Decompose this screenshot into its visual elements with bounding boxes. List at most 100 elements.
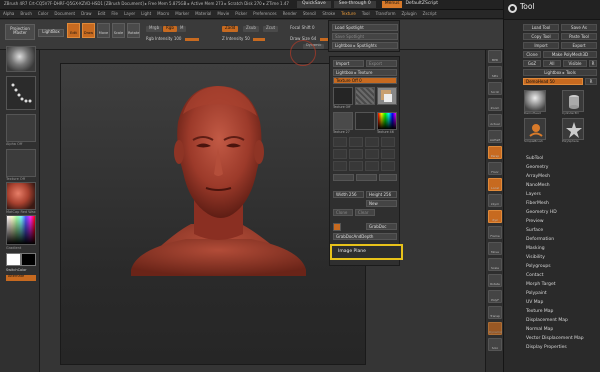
nanomesh-section[interactable]: NanoMesh	[526, 183, 550, 189]
morph-target-section[interactable]: Morph Target	[526, 282, 556, 288]
tool-r-button[interactable]: R	[585, 78, 597, 85]
vector-displacement-map-section[interactable]: Vector Displacement Map	[526, 336, 584, 342]
texture-thumb-off[interactable]	[333, 87, 353, 105]
polygroups-section[interactable]: Polygroups	[526, 264, 551, 270]
load-tool-button[interactable]: Load Tool	[523, 24, 559, 31]
rotate-view-button[interactable]: Rotate	[488, 274, 502, 287]
texture-op-11[interactable]	[365, 161, 379, 171]
goz-r-button[interactable]: R	[589, 60, 597, 67]
default-script-button[interactable]: DefaultZScript	[405, 1, 438, 7]
draw-button[interactable]: Draw	[82, 23, 95, 38]
menu-macro[interactable]: Macro	[154, 11, 172, 16]
image-plane-button[interactable]: Image Plane	[330, 244, 403, 260]
see-through-slider[interactable]: See-through 0	[333, 1, 376, 8]
alpha-thumbnail[interactable]	[6, 114, 36, 142]
menu-preferences[interactable]: Preferences	[250, 11, 280, 16]
visibility-section[interactable]: Visibility	[526, 255, 545, 261]
focal-shift-slider[interactable]: Focal Shift 0	[290, 25, 315, 31]
texture-thumb-5[interactable]	[377, 112, 397, 130]
new-texture-button[interactable]: New	[366, 200, 397, 207]
cylinder3d-thumb[interactable]	[562, 90, 584, 112]
texture-export-button[interactable]: Export	[366, 60, 397, 67]
paste-tool-button[interactable]: Paste Tool	[561, 33, 597, 40]
lsym-button[interactable]: LSym	[488, 194, 502, 207]
m-button[interactable]: M	[177, 25, 187, 32]
brush-thumbnail[interactable]	[6, 46, 36, 72]
secondary-color-swatch[interactable]	[21, 253, 36, 266]
polypaint-section[interactable]: Polypaint	[526, 291, 547, 297]
goz-visible-button[interactable]: Visible	[563, 60, 587, 67]
bpr-button[interactable]: BPR	[488, 50, 502, 63]
goz-button[interactable]: GoZ	[523, 60, 541, 67]
tool-import-button[interactable]: Import	[523, 42, 559, 49]
deformation-section[interactable]: Deformation	[526, 237, 554, 243]
geometry-section[interactable]: Geometry	[526, 165, 548, 171]
lightbox-texture-button[interactable]: Lightbox ▸ Texture	[333, 69, 397, 76]
texture-clone-button[interactable]: Clone	[333, 209, 353, 216]
zsub-button[interactable]: Zsub	[243, 25, 259, 32]
texture-op-12[interactable]	[381, 161, 395, 171]
texture-op-3[interactable]	[365, 137, 379, 147]
menu-material[interactable]: Material	[192, 11, 214, 16]
spix-button[interactable]: SPix	[488, 66, 502, 79]
lightbox-spotlights-button[interactable]: Lightbox ▸ Spotlights	[332, 42, 398, 49]
texture-thumb-3[interactable]	[333, 112, 353, 130]
texture-thumb-4[interactable]	[355, 112, 375, 130]
menu-layer[interactable]: Layer	[121, 11, 138, 16]
mrgb-button[interactable]: Mrgb	[146, 25, 163, 32]
menu-stroke[interactable]: Stroke	[319, 11, 338, 16]
menu-edit[interactable]: Edit	[95, 11, 109, 16]
menu-stencil[interactable]: Stencil	[300, 11, 320, 16]
quicksave-button[interactable]: QuickSave	[296, 1, 331, 8]
texture-op-6[interactable]	[349, 149, 363, 159]
polysphere-thumb[interactable]	[562, 118, 584, 140]
material-thumbnail[interactable]	[6, 182, 36, 210]
load-spotlight-button[interactable]: Load Spotlight	[332, 24, 398, 31]
rotate-button[interactable]: Rotate	[127, 23, 140, 38]
move-button[interactable]: Move	[97, 23, 110, 38]
zadd-button[interactable]: Zadd	[222, 25, 239, 32]
menu-picker[interactable]: Picker	[232, 11, 250, 16]
layers-section[interactable]: Layers	[526, 192, 541, 198]
texture-clear-button[interactable]: Clear	[355, 209, 375, 216]
fibermesh-section[interactable]: FiberMesh	[526, 201, 549, 207]
zcut-button[interactable]: Zcut	[263, 25, 279, 32]
contact-section[interactable]: Contact	[526, 273, 544, 279]
main-color-swatch[interactable]	[6, 253, 21, 266]
arraymesh-section[interactable]: ArrayMesh	[526, 174, 550, 180]
height-slider[interactable]: Height 256	[366, 191, 397, 198]
move-view-button[interactable]: Move	[488, 242, 502, 255]
menu-draw[interactable]: Draw	[78, 11, 94, 16]
subtool-section[interactable]: SubTool	[526, 156, 543, 162]
document-canvas[interactable]	[60, 63, 366, 365]
menu-alpha[interactable]: Alpha	[0, 11, 17, 16]
rgb-intensity-slider[interactable]: Rgb Intensity 100	[146, 36, 199, 42]
zoom-button[interactable]: Zoom	[488, 98, 502, 111]
texture-off-slider[interactable]: Texture Off 0	[333, 77, 397, 84]
menu-transform[interactable]: Transform	[373, 11, 399, 16]
grabdoc-button[interactable]: GrabDoc	[366, 223, 397, 230]
texture-op-4[interactable]	[381, 137, 395, 147]
scale-button[interactable]: Scale	[112, 23, 125, 38]
save-spotlight-button[interactable]: Save Spotlight	[332, 33, 398, 40]
menu-zscript[interactable]: Zscript	[420, 11, 440, 16]
lightbox-button[interactable]: LightBox	[38, 29, 64, 37]
normal-map-section[interactable]: Normal Map	[526, 327, 553, 333]
frame-button[interactable]: Frame	[488, 226, 502, 239]
edit-button[interactable]: Edit	[67, 23, 80, 38]
current-tool-slider[interactable]: DemoHead 50	[523, 78, 583, 85]
scale-view-button[interactable]: Scale	[488, 258, 502, 271]
menus-button[interactable]: Menus	[381, 1, 403, 8]
make-polymesh-button[interactable]: Make PolyMesh3D	[543, 51, 597, 58]
menu-tool[interactable]: Tool	[359, 11, 373, 16]
menu-marker[interactable]: Marker	[172, 11, 192, 16]
copy-tool-button[interactable]: Copy Tool	[523, 33, 559, 40]
demohead-thumb[interactable]	[524, 90, 546, 112]
surface-section[interactable]: Surface	[526, 228, 543, 234]
xyz-button[interactable]: Xyz	[488, 210, 502, 223]
texture-thumb-1[interactable]	[355, 87, 375, 105]
scroll-button[interactable]: Scroll	[488, 82, 502, 95]
solo-button[interactable]: Solo	[488, 338, 502, 351]
texture-op-7[interactable]	[365, 149, 379, 159]
menu-light[interactable]: Light	[138, 11, 154, 16]
